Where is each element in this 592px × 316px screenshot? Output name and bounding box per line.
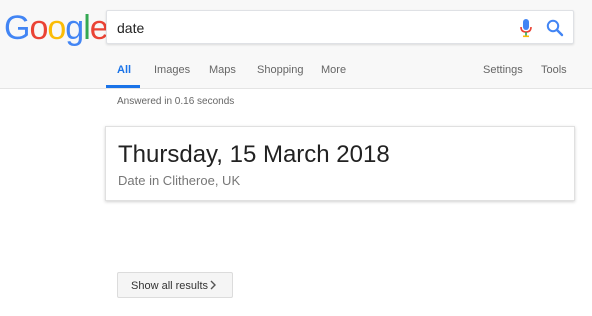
search-tabs: All Images Maps Shopping More Settings T… [0,56,592,88]
search-icon[interactable] [545,18,565,38]
show-all-results-button[interactable]: Show all results [117,272,233,298]
tab-tools[interactable]: Tools [541,64,567,86]
result-stats: Answered in 0.16 seconds [117,96,235,107]
tab-images[interactable]: Images [154,64,190,86]
google-logo[interactable]: Google [4,8,109,48]
tab-all[interactable]: All [117,64,131,86]
chevron-right-icon [210,280,216,290]
search-box[interactable] [106,10,574,44]
tab-more[interactable]: More [321,64,346,86]
show-all-results-label: Show all results [131,280,209,292]
answer-location: Date in Clitheroe, UK [118,173,241,188]
tab-shopping[interactable]: Shopping [257,64,304,86]
search-input[interactable] [117,19,497,37]
tab-settings[interactable]: Settings [483,64,523,86]
mic-icon[interactable] [519,18,533,38]
header: Google All Images Maps Shopping More Set… [0,0,592,89]
tab-maps[interactable]: Maps [209,64,236,86]
answer-date: Thursday, 15 March 2018 [118,141,390,168]
active-tab-indicator [106,85,140,88]
date-answer-card: Thursday, 15 March 2018 Date in Clithero… [105,126,575,201]
